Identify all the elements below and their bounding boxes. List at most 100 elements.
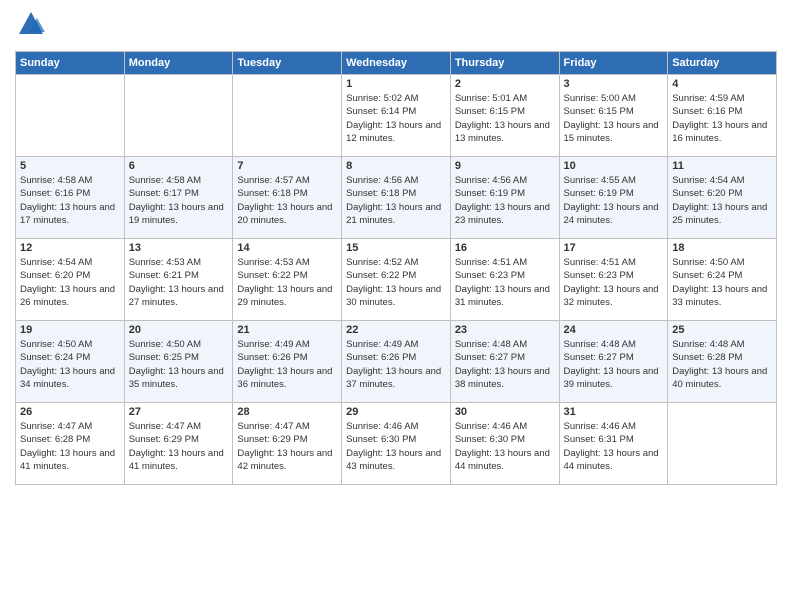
page: Sunday Monday Tuesday Wednesday Thursday… [0,0,792,612]
table-row: 2 Sunrise: 5:01 AM Sunset: 6:15 PM Daylig… [450,75,559,157]
day-number: 2 [455,78,555,90]
day-number: 3 [564,78,664,90]
day-info: Sunrise: 4:48 AM Sunset: 6:27 PM Dayligh… [564,338,664,391]
day-number: 7 [237,160,337,172]
day-info: Sunrise: 4:58 AM Sunset: 6:17 PM Dayligh… [129,174,229,227]
day-info: Sunrise: 5:01 AM Sunset: 6:15 PM Dayligh… [455,92,555,145]
day-info: Sunrise: 4:56 AM Sunset: 6:18 PM Dayligh… [346,174,446,227]
day-number: 14 [237,242,337,254]
col-sunday: Sunday [16,52,125,75]
calendar-header-row: Sunday Monday Tuesday Wednesday Thursday… [16,52,777,75]
table-row: 18 Sunrise: 4:50 AM Sunset: 6:24 PM Dayli… [668,239,777,321]
day-number: 5 [20,160,120,172]
day-info: Sunrise: 4:50 AM Sunset: 6:24 PM Dayligh… [672,256,772,309]
col-friday: Friday [559,52,668,75]
day-info: Sunrise: 4:46 AM Sunset: 6:30 PM Dayligh… [346,420,446,473]
table-row: 22 Sunrise: 4:49 AM Sunset: 6:26 PM Dayli… [342,321,451,403]
table-row: 25 Sunrise: 4:48 AM Sunset: 6:28 PM Dayli… [668,321,777,403]
calendar-row: 5 Sunrise: 4:58 AM Sunset: 6:16 PM Daylig… [16,157,777,239]
day-number: 6 [129,160,229,172]
table-row: 8Sunrise: 4:56 AM Sunset: 6:18 PM Daylig… [342,157,451,239]
calendar-row: 12 Sunrise: 4:54 AM Sunset: 6:20 PM Dayli… [16,239,777,321]
day-number: 17 [564,242,664,254]
table-row [233,75,342,157]
table-row: 23 Sunrise: 4:48 AM Sunset: 6:27 PM Dayli… [450,321,559,403]
day-info: Sunrise: 4:55 AM Sunset: 6:19 PM Dayligh… [564,174,664,227]
day-info: Sunrise: 4:48 AM Sunset: 6:27 PM Dayligh… [455,338,555,391]
col-tuesday: Tuesday [233,52,342,75]
day-info: Sunrise: 4:57 AM Sunset: 6:18 PM Dayligh… [237,174,337,227]
day-number: 15 [346,242,446,254]
day-info: Sunrise: 4:51 AM Sunset: 6:23 PM Dayligh… [455,256,555,309]
day-info: Sunrise: 4:46 AM Sunset: 6:31 PM Dayligh… [564,420,664,473]
logo [15,10,45,43]
day-info: Sunrise: 4:56 AM Sunset: 6:19 PM Dayligh… [455,174,555,227]
day-number: 18 [672,242,772,254]
table-row: 3 Sunrise: 5:00 AM Sunset: 6:15 PM Daylig… [559,75,668,157]
table-row: 27 Sunrise: 4:47 AM Sunset: 6:29 PM Dayli… [124,403,233,485]
table-row: 24 Sunrise: 4:48 AM Sunset: 6:27 PM Dayli… [559,321,668,403]
day-number: 9 [455,160,555,172]
day-number: 1 [346,78,446,90]
day-info: Sunrise: 4:51 AM Sunset: 6:23 PM Dayligh… [564,256,664,309]
table-row: 31Sunrise: 4:46 AM Sunset: 6:31 PM Dayli… [559,403,668,485]
day-info: Sunrise: 4:54 AM Sunset: 6:20 PM Dayligh… [20,256,120,309]
table-row: 1 Sunrise: 5:02 AM Sunset: 6:14 PM Daylig… [342,75,451,157]
day-info: Sunrise: 4:46 AM Sunset: 6:30 PM Dayligh… [455,420,555,473]
calendar-row: 19 Sunrise: 4:50 AM Sunset: 6:24 PM Dayli… [16,321,777,403]
day-info: Sunrise: 4:49 AM Sunset: 6:26 PM Dayligh… [237,338,337,391]
day-number: 13 [129,242,229,254]
day-number: 23 [455,324,555,336]
day-info: Sunrise: 4:49 AM Sunset: 6:26 PM Dayligh… [346,338,446,391]
table-row: 19 Sunrise: 4:50 AM Sunset: 6:24 PM Dayli… [16,321,125,403]
col-thursday: Thursday [450,52,559,75]
day-info: Sunrise: 4:59 AM Sunset: 6:16 PM Dayligh… [672,92,772,145]
day-number: 11 [672,160,772,172]
calendar-row: 1 Sunrise: 5:02 AM Sunset: 6:14 PM Daylig… [16,75,777,157]
table-row: 10Sunrise: 4:55 AM Sunset: 6:19 PM Dayli… [559,157,668,239]
table-row: 26Sunrise: 4:47 AM Sunset: 6:28 PM Dayli… [16,403,125,485]
day-number: 27 [129,406,229,418]
day-info: Sunrise: 4:47 AM Sunset: 6:29 PM Dayligh… [237,420,337,473]
table-row [668,403,777,485]
day-number: 22 [346,324,446,336]
day-number: 25 [672,324,772,336]
table-row: 5 Sunrise: 4:58 AM Sunset: 6:16 PM Daylig… [16,157,125,239]
table-row: 14Sunrise: 4:53 AM Sunset: 6:22 PM Dayli… [233,239,342,321]
day-number: 24 [564,324,664,336]
day-info: Sunrise: 4:53 AM Sunset: 6:21 PM Dayligh… [129,256,229,309]
table-row [124,75,233,157]
day-info: Sunrise: 4:58 AM Sunset: 6:16 PM Dayligh… [20,174,120,227]
day-number: 12 [20,242,120,254]
table-row: 4Sunrise: 4:59 AM Sunset: 6:16 PM Daylig… [668,75,777,157]
day-info: Sunrise: 4:47 AM Sunset: 6:29 PM Dayligh… [129,420,229,473]
day-info: Sunrise: 4:50 AM Sunset: 6:25 PM Dayligh… [129,338,229,391]
day-number: 21 [237,324,337,336]
day-number: 29 [346,406,446,418]
day-info: Sunrise: 4:52 AM Sunset: 6:22 PM Dayligh… [346,256,446,309]
col-monday: Monday [124,52,233,75]
table-row: 21 Sunrise: 4:49 AM Sunset: 6:26 PM Dayli… [233,321,342,403]
table-row: 9 Sunrise: 4:56 AM Sunset: 6:19 PM Daylig… [450,157,559,239]
day-info: Sunrise: 4:48 AM Sunset: 6:28 PM Dayligh… [672,338,772,391]
day-number: 30 [455,406,555,418]
col-saturday: Saturday [668,52,777,75]
table-row [16,75,125,157]
table-row: 17 Sunrise: 4:51 AM Sunset: 6:23 PM Dayli… [559,239,668,321]
day-info: Sunrise: 5:00 AM Sunset: 6:15 PM Dayligh… [564,92,664,145]
day-number: 28 [237,406,337,418]
day-info: Sunrise: 4:54 AM Sunset: 6:20 PM Dayligh… [672,174,772,227]
col-wednesday: Wednesday [342,52,451,75]
day-info: Sunrise: 5:02 AM Sunset: 6:14 PM Dayligh… [346,92,446,145]
day-number: 26 [20,406,120,418]
logo-icon [17,10,45,38]
table-row: 7 Sunrise: 4:57 AM Sunset: 6:18 PM Daylig… [233,157,342,239]
day-info: Sunrise: 4:50 AM Sunset: 6:24 PM Dayligh… [20,338,120,391]
day-number: 20 [129,324,229,336]
table-row: 6 Sunrise: 4:58 AM Sunset: 6:17 PM Daylig… [124,157,233,239]
table-row: 30 Sunrise: 4:46 AM Sunset: 6:30 PM Dayli… [450,403,559,485]
table-row: 11 Sunrise: 4:54 AM Sunset: 6:20 PM Dayli… [668,157,777,239]
header [15,10,777,43]
day-number: 19 [20,324,120,336]
table-row: 29 Sunrise: 4:46 AM Sunset: 6:30 PM Dayli… [342,403,451,485]
